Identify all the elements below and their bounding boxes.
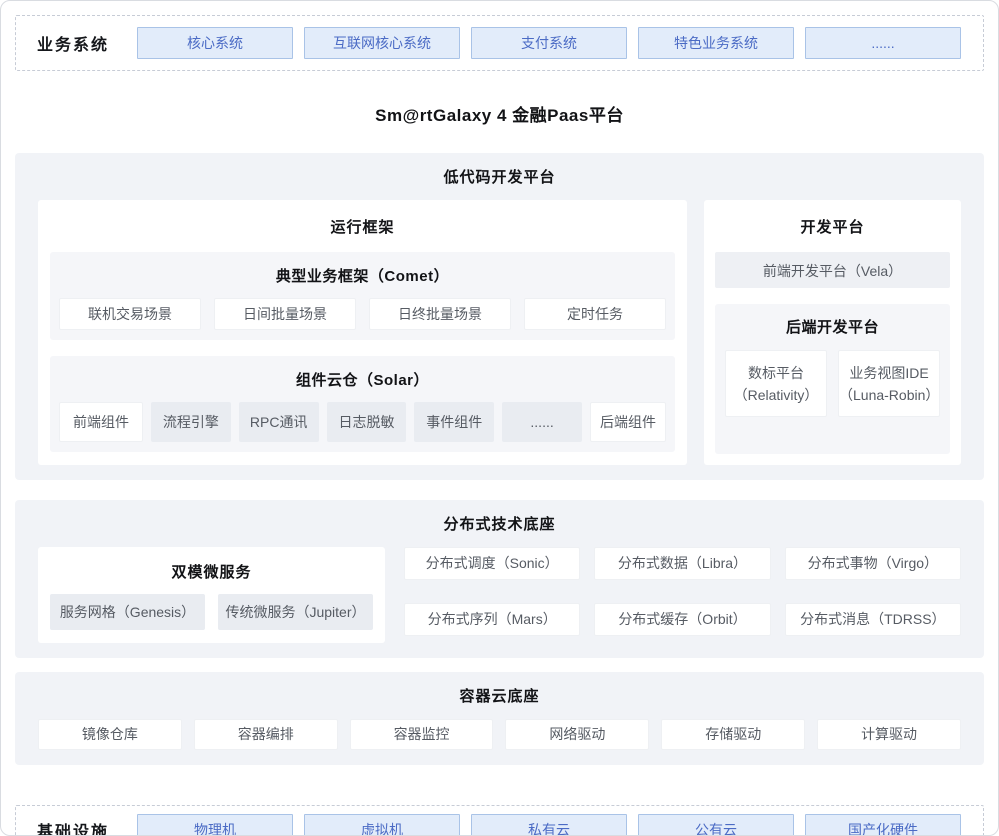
- business-systems-bar: 业务系统 核心系统 互联网核心系统 支付系统 特色业务系统 ......: [15, 15, 984, 71]
- box-log-masking: 日志脱敏: [327, 402, 407, 442]
- box-label-line2: （Relativity）: [726, 384, 826, 406]
- box-image-registry: 镜像仓库: [38, 719, 182, 750]
- box-container-orchestration: 容器编排: [194, 719, 338, 750]
- distributed-services-grid: 分布式调度（Sonic） 分布式数据（Libra） 分布式事物（Virgo） 分…: [404, 547, 961, 643]
- container-base-panel: 容器云底座 镜像仓库 容器编排 容器监控 网络驱动 存储驱动 计算驱动: [15, 672, 984, 765]
- box-process-engine: 流程引擎: [151, 402, 231, 442]
- box-end-of-day-batch-scene: 日终批量场景: [369, 298, 511, 330]
- box-distributed-transaction-virgo: 分布式事物（Virgo）: [785, 547, 961, 580]
- box-payment-system: 支付系统: [471, 27, 627, 59]
- box-public-cloud: 公有云: [638, 814, 794, 836]
- box-core-system: 核心系统: [137, 27, 293, 59]
- runtime-framework-box: 运行框架 典型业务框架（Comet） 联机交易场景 日间批量场景 日终批量场景 …: [38, 200, 687, 465]
- box-compute-driver: 计算驱动: [817, 719, 961, 750]
- box-scheduled-task: 定时任务: [524, 298, 666, 330]
- dual-mode-microservice-box: 双模微服务 服务网格（Genesis） 传统微服务（Jupiter）: [38, 547, 385, 643]
- box-container-monitoring: 容器监控: [350, 719, 494, 750]
- box-frontend-dev-platform-vela: 前端开发平台（Vela）: [715, 252, 950, 288]
- backend-dev-platform-box: 后端开发平台 数标平台 （Relativity） 业务视图IDE （Luna-R…: [715, 304, 950, 454]
- box-distributed-message-tdrss: 分布式消息（TDRSS）: [785, 603, 961, 636]
- comet-framework-title: 典型业务框架（Comet）: [59, 265, 666, 286]
- comet-items-row: 联机交易场景 日间批量场景 日终批量场景 定时任务: [59, 298, 666, 330]
- page-title: Sm@rtGalaxy 4 金融Paas平台: [15, 101, 984, 126]
- box-network-driver: 网络驱动: [505, 719, 649, 750]
- distributed-base-title: 分布式技术底座: [38, 513, 961, 534]
- box-label-line1: 业务视图IDE: [839, 362, 939, 384]
- box-storage-driver: 存储驱动: [661, 719, 805, 750]
- backend-dev-platform-title: 后端开发平台: [725, 316, 940, 337]
- box-frontend-component: 前端组件: [59, 402, 143, 442]
- business-systems-buttons: 核心系统 互联网核心系统 支付系统 特色业务系统 ......: [137, 27, 961, 59]
- box-physical-machine: 物理机: [137, 814, 293, 836]
- box-domestic-hardware: 国产化硬件: [805, 814, 961, 836]
- box-online-transaction-scene: 联机交易场景: [59, 298, 201, 330]
- distributed-columns: 双模微服务 服务网格（Genesis） 传统微服务（Jupiter） 分布式调度…: [38, 547, 961, 643]
- box-distributed-scheduling-sonic: 分布式调度（Sonic）: [404, 547, 580, 580]
- dev-platform-box: 开发平台 前端开发平台（Vela） 后端开发平台 数标平台 （Relativit…: [704, 200, 961, 465]
- dev-platform-title: 开发平台: [715, 216, 950, 237]
- box-backend-component: 后端组件: [590, 402, 666, 442]
- box-daytime-batch-scene: 日间批量场景: [214, 298, 356, 330]
- box-data-standard-platform-relativity: 数标平台 （Relativity）: [725, 350, 827, 417]
- box-internet-core-system: 互联网核心系统: [304, 27, 460, 59]
- distributed-base-panel: 分布式技术底座 双模微服务 服务网格（Genesis） 传统微服务（Jupite…: [15, 500, 984, 658]
- box-distributed-data-libra: 分布式数据（Libra）: [594, 547, 770, 580]
- low-code-columns: 运行框架 典型业务框架（Comet） 联机交易场景 日间批量场景 日终批量场景 …: [38, 200, 961, 465]
- box-label-line1: 数标平台: [726, 362, 826, 384]
- box-more-systems: ......: [805, 27, 961, 59]
- box-event-component: 事件组件: [414, 402, 494, 442]
- infrastructure-buttons: 物理机 虚拟机 私有云 公有云 国产化硬件: [137, 814, 961, 836]
- box-rpc-communication: RPC通讯: [239, 402, 319, 442]
- dual-mode-items-row: 服务网格（Genesis） 传统微服务（Jupiter）: [50, 594, 373, 630]
- solar-items-row: 前端组件 流程引擎 RPC通讯 日志脱敏 事件组件 ...... 后端组件: [59, 402, 666, 442]
- box-business-view-ide-luna-robin: 业务视图IDE （Luna-Robin）: [838, 350, 940, 417]
- box-distributed-cache-orbit: 分布式缓存（Orbit）: [594, 603, 770, 636]
- infrastructure-bar: 基础设施 物理机 虚拟机 私有云 公有云 国产化硬件: [15, 805, 984, 836]
- solar-component-cloud-box: 组件云仓（Solar） 前端组件 流程引擎 RPC通讯 日志脱敏 事件组件 ..…: [50, 356, 675, 452]
- low-code-platform-title: 低代码开发平台: [38, 166, 961, 187]
- business-systems-label: 业务系统: [37, 31, 109, 55]
- runtime-framework-title: 运行框架: [50, 216, 675, 237]
- box-virtual-machine: 虚拟机: [304, 814, 460, 836]
- infrastructure-label: 基础设施: [37, 818, 109, 836]
- box-traditional-microservice-jupiter: 传统微服务（Jupiter）: [218, 594, 373, 630]
- box-private-cloud: 私有云: [471, 814, 627, 836]
- box-more-components: ......: [502, 402, 582, 442]
- box-distributed-sequence-mars: 分布式序列（Mars）: [404, 603, 580, 636]
- container-base-title: 容器云底座: [38, 685, 961, 706]
- box-label-line2: （Luna-Robin）: [839, 384, 939, 406]
- solar-component-cloud-title: 组件云仓（Solar）: [59, 369, 666, 390]
- low-code-platform-panel: 低代码开发平台 运行框架 典型业务框架（Comet） 联机交易场景 日间批量场景…: [15, 153, 984, 480]
- comet-framework-box: 典型业务框架（Comet） 联机交易场景 日间批量场景 日终批量场景 定时任务: [50, 252, 675, 340]
- box-special-business-system: 特色业务系统: [638, 27, 794, 59]
- architecture-diagram: 业务系统 核心系统 互联网核心系统 支付系统 特色业务系统 ...... Sm@…: [0, 0, 999, 836]
- box-service-mesh-genesis: 服务网格（Genesis）: [50, 594, 205, 630]
- container-items-grid: 镜像仓库 容器编排 容器监控 网络驱动 存储驱动 计算驱动: [38, 719, 961, 750]
- dual-mode-microservice-title: 双模微服务: [50, 561, 373, 582]
- backend-dev-items-row: 数标平台 （Relativity） 业务视图IDE （Luna-Robin）: [725, 350, 940, 417]
